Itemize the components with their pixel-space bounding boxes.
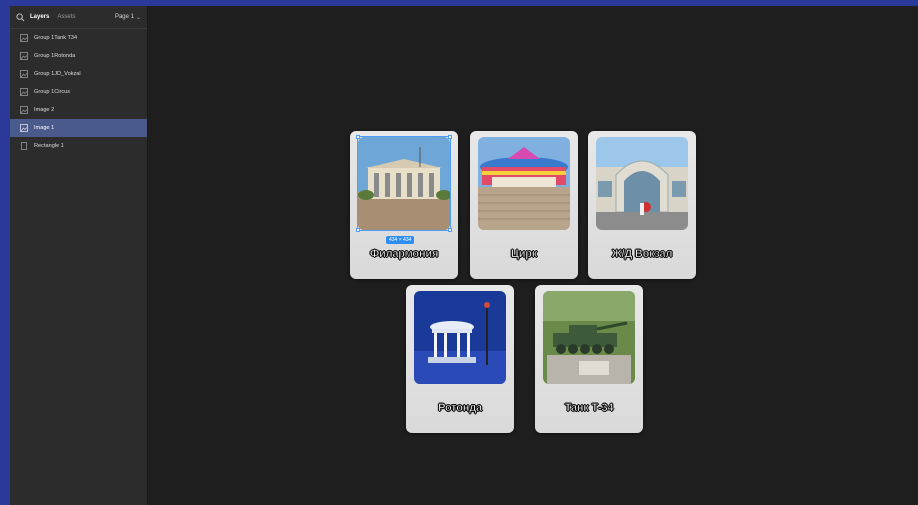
selection-frame[interactable] xyxy=(356,135,452,232)
layer-item-image-2[interactable]: Image 2 xyxy=(10,101,147,119)
rotunda-photo[interactable] xyxy=(414,291,506,384)
layer-item-image-1[interactable]: Image 1 xyxy=(10,119,147,137)
card-railway-station[interactable]: Ж/Д Вокзал xyxy=(588,131,696,279)
layers-panel: Layers Assets Page 1 ⌄ Group 1Tank T34 G… xyxy=(10,6,148,505)
tank-photo[interactable] xyxy=(543,291,635,384)
tab-assets[interactable]: Assets xyxy=(57,14,75,20)
card-rotunda[interactable]: Ротонда xyxy=(406,285,514,433)
railway-station-photo[interactable] xyxy=(596,137,688,230)
image-icon xyxy=(20,88,28,96)
chevron-down-icon: ⌄ xyxy=(135,14,141,21)
layer-item-rotonda[interactable]: Group 1Rotonda xyxy=(10,47,147,65)
card-label: Танк Т-34 xyxy=(564,402,614,415)
layer-label: Image 2 xyxy=(34,107,55,113)
layer-label: Group 1Rotonda xyxy=(34,53,76,59)
panel-header: Layers Assets Page 1 ⌄ xyxy=(10,6,147,29)
card-tank[interactable]: Танк Т-34 xyxy=(535,285,643,433)
card-circus[interactable]: Цирк xyxy=(470,131,578,279)
layer-label: Group 1JD_Vokzal xyxy=(34,71,81,77)
image-icon xyxy=(20,34,28,42)
image-icon xyxy=(20,70,28,78)
page-selector-label: Page 1 xyxy=(114,14,134,20)
card-label: Ротонда xyxy=(438,402,483,415)
card-philharmonic[interactable]: 434 × 434 Филармония xyxy=(350,131,458,279)
circus-photo[interactable] xyxy=(478,137,570,230)
card-label: Филармония xyxy=(369,248,439,261)
resize-handle[interactable] xyxy=(448,228,452,232)
design-canvas[interactable]: 434 × 434 Филармония Цирк Ж/Д Вокзал Рот… xyxy=(148,6,918,505)
layer-item-circus[interactable]: Group 1Circus xyxy=(10,83,147,101)
layer-label: Group 1Tank T34 xyxy=(34,35,78,41)
layer-label: Image 1 xyxy=(34,125,55,131)
layer-item-vokzal[interactable]: Group 1JD_Vokzal xyxy=(10,65,147,83)
resize-handle[interactable] xyxy=(356,135,360,139)
rectangle-icon xyxy=(21,142,27,150)
editor-window: Layers Assets Page 1 ⌄ Group 1Tank T34 G… xyxy=(10,6,918,505)
resize-handle[interactable] xyxy=(356,228,360,232)
card-label: Ж/Д Вокзал xyxy=(611,248,673,261)
image-icon xyxy=(20,52,28,60)
layer-label: Rectangle 1 xyxy=(34,143,64,149)
layer-item-rectangle-1[interactable]: Rectangle 1 xyxy=(10,137,147,155)
search-icon[interactable] xyxy=(16,12,25,22)
image-icon xyxy=(20,124,28,132)
page-selector[interactable]: Page 1 ⌄ xyxy=(115,14,141,21)
layer-item-tank[interactable]: Group 1Tank T34 xyxy=(10,29,147,47)
selection-size-badge: 434 × 434 xyxy=(386,236,415,244)
resize-handle[interactable] xyxy=(448,135,452,139)
layer-label: Group 1Circus xyxy=(34,89,71,95)
image-icon xyxy=(20,106,28,114)
tab-layers[interactable]: Layers xyxy=(30,14,49,20)
card-label: Цирк xyxy=(510,248,538,261)
